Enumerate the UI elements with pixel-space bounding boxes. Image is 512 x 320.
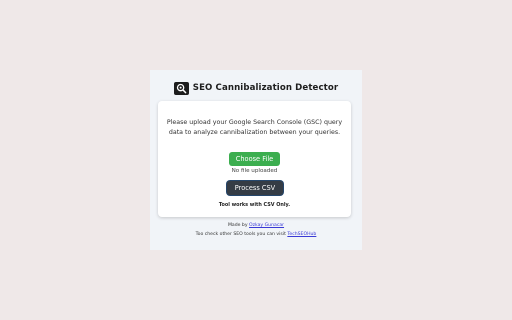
app-title: SEO Cannibalization Detector [192, 83, 339, 93]
techseohub-link[interactable]: TechSEOHub [287, 232, 316, 237]
upload-description: Please upload your Google Search Console… [166, 119, 343, 136]
author-link[interactable]: Ozkay Gunacar [249, 223, 284, 228]
made-by-line: Made by Ozkay Gunacar [150, 223, 362, 228]
upload-card: Please upload your Google Search Console… [158, 101, 351, 217]
choose-file-button[interactable]: Choose File [229, 152, 280, 166]
csv-only-note: Tool works with CSV Only. [218, 202, 291, 208]
app-panel: SEO Cannibalization Detector Please uplo… [150, 70, 362, 250]
file-status: No file uploaded [231, 168, 278, 174]
process-csv-button[interactable]: Process CSV [227, 181, 283, 195]
other-tools-prefix: Too check other SEO tools you can visit [195, 232, 288, 237]
app-header: SEO Cannibalization Detector [150, 81, 362, 95]
other-tools-line: Too check other SEO tools you can visit … [150, 232, 362, 237]
made-by-prefix: Made by [227, 223, 250, 228]
magnifier-search-icon [173, 81, 189, 95]
